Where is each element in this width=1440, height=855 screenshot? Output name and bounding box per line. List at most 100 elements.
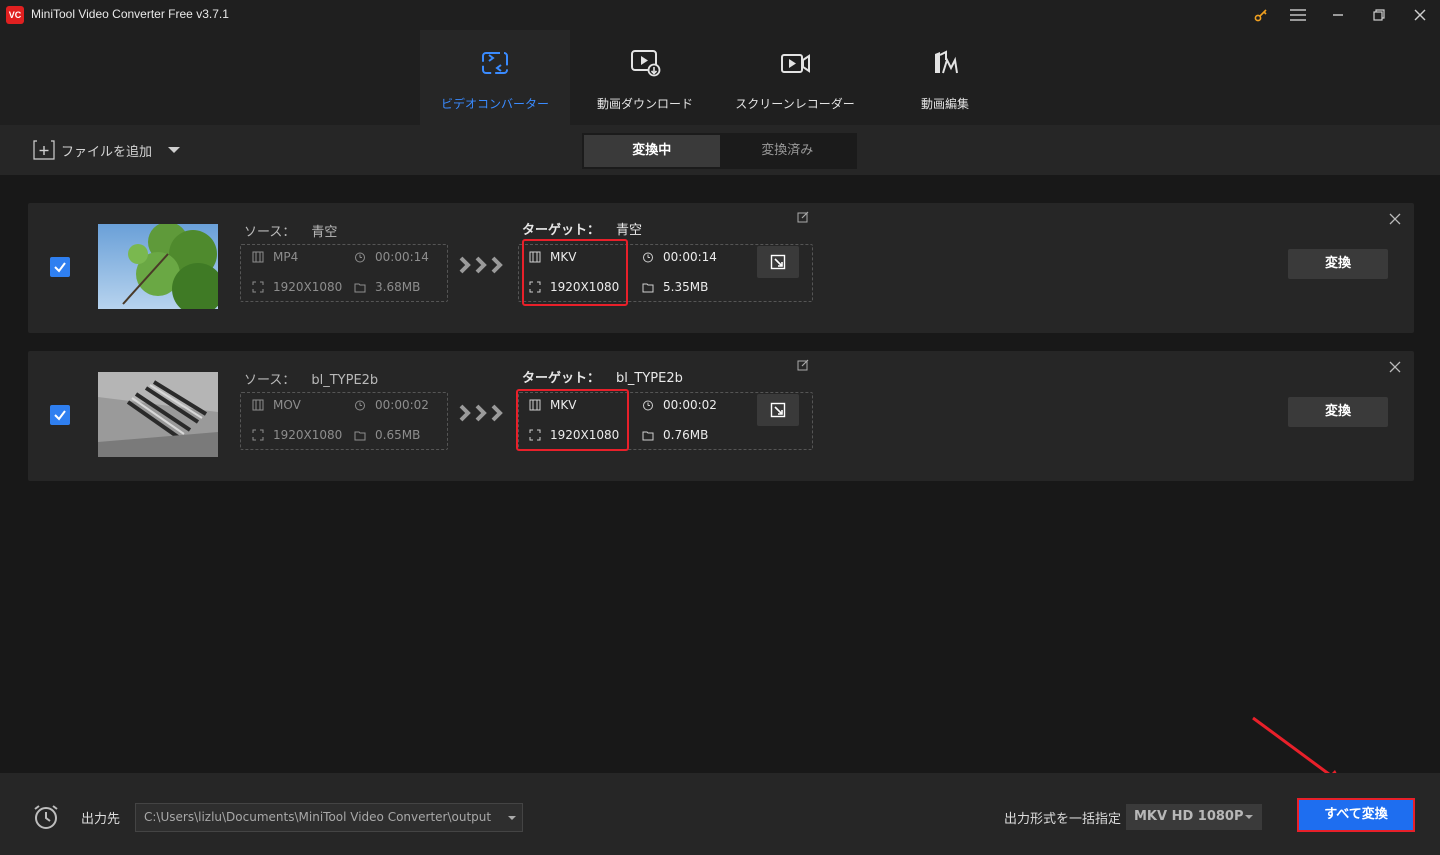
tab-video-download[interactable]: 動画ダウンロード: [570, 30, 720, 125]
film-icon: [252, 399, 264, 411]
convert-button[interactable]: 変換: [1288, 397, 1388, 427]
source-name: bl_TYPE2b: [311, 373, 379, 388]
add-file-dropdown-icon[interactable]: [168, 147, 181, 153]
folder-icon: [354, 431, 366, 441]
add-file-label: ファイルを追加: [61, 144, 153, 160]
source-label: ソース：: [244, 225, 296, 240]
folder-icon: [642, 431, 654, 441]
close-window-icon[interactable]: [1408, 4, 1432, 26]
clock-icon: [355, 252, 365, 263]
tab-label: 動画ダウンロード: [596, 97, 693, 111]
source-name: 青空: [311, 225, 338, 240]
tab-converted[interactable]: 変換済み: [720, 135, 856, 167]
restore-icon[interactable]: [1367, 4, 1391, 26]
folder-icon: [354, 283, 366, 293]
resolution-icon: [529, 429, 541, 441]
clock-icon: [643, 400, 653, 411]
key-icon[interactable]: [1249, 4, 1273, 26]
target-size: 0.76MB: [642, 428, 708, 442]
target-duration: 00:00:02: [642, 398, 717, 412]
convert-icon: [482, 52, 508, 74]
task-item: ソース： bl_TYPE2b MOV 00:00:02 1920X1080 0.6…: [28, 351, 1414, 481]
target-title: ターゲット： bl_TYPE2b: [522, 367, 683, 386]
target-title: ターゲット： 青空: [522, 219, 642, 238]
convert-arrow-icon: [459, 404, 503, 422]
output-path-value: C:\Users\lizlu\Documents\MiniTool Video …: [144, 810, 492, 824]
target-name: bl_TYPE2b: [616, 371, 683, 386]
tab-video-converter[interactable]: ビデオコンバーター: [420, 30, 570, 125]
schedule-clock-icon[interactable]: [32, 803, 60, 831]
film-icon: [529, 399, 541, 411]
video-thumbnail[interactable]: [98, 224, 218, 309]
menu-icon[interactable]: [1286, 4, 1310, 26]
tab-label: ビデオコンバーター: [440, 97, 549, 111]
clock-icon: [355, 400, 365, 411]
edit-name-icon[interactable]: [797, 211, 809, 223]
convert-button[interactable]: 変換: [1288, 249, 1388, 279]
target-label: ターゲット：: [522, 223, 601, 238]
crop-icon: [770, 254, 786, 270]
resolution-icon: [252, 429, 264, 441]
chevron-down-icon: [1245, 815, 1253, 819]
source-format: MOV: [252, 398, 301, 412]
source-title: ソース： bl_TYPE2b: [244, 369, 378, 388]
folder-icon: [642, 283, 654, 293]
target-resolution: 1920X1080: [529, 428, 619, 442]
module-nav: ビデオコンバーター 動画ダウンロード スクリーンレコーダー 動画編集: [0, 30, 1440, 125]
source-size: 0.65MB: [354, 428, 420, 442]
toolbar: ファイルを追加 変換中 変換済み: [0, 125, 1440, 175]
tab-video-editor[interactable]: 動画編集: [870, 30, 1020, 125]
source-label: ソース：: [244, 373, 296, 388]
source-duration: 00:00:02: [354, 398, 429, 412]
editor-icon: [935, 50, 958, 74]
edit-target-button[interactable]: [757, 246, 799, 278]
target-format[interactable]: MKV: [529, 250, 576, 264]
output-format-select[interactable]: MKV HD 1080P: [1126, 804, 1262, 830]
convert-all-button[interactable]: すべて変換: [1297, 798, 1415, 832]
remove-task-icon[interactable]: [1389, 361, 1401, 373]
source-format: MP4: [252, 250, 298, 264]
tab-label: 動画編集: [920, 97, 969, 111]
clock-icon: [643, 252, 653, 263]
target-label: ターゲット：: [522, 371, 601, 386]
download-icon: [631, 50, 661, 77]
task-checkbox[interactable]: [50, 405, 70, 425]
task-item: ソース： 青空 MP4 00:00:14 1920X1080 3.68MB ターゲ…: [28, 203, 1414, 333]
tab-converting[interactable]: 変換中: [584, 135, 720, 167]
output-path-select[interactable]: C:\Users\lizlu\Documents\MiniTool Video …: [135, 803, 523, 832]
source-title: ソース： 青空: [244, 221, 337, 240]
resolution-icon: [529, 281, 541, 293]
source-resolution: 1920X1080: [252, 280, 342, 294]
output-label: 出力先: [81, 812, 121, 827]
source-duration: 00:00:14: [354, 250, 429, 264]
target-name: 青空: [616, 223, 643, 238]
tab-screen-recorder[interactable]: スクリーンレコーダー: [720, 30, 870, 125]
source-resolution: 1920X1080: [252, 428, 342, 442]
add-file-icon: [33, 140, 55, 160]
recorder-icon: [781, 54, 810, 73]
check-icon: [54, 262, 66, 273]
format-value: MKV HD 1080P: [1134, 809, 1244, 824]
convert-arrow-icon: [459, 256, 503, 274]
target-format[interactable]: MKV: [529, 398, 576, 412]
video-thumbnail[interactable]: [98, 372, 218, 457]
format-label: 出力形式を一括指定: [1004, 812, 1122, 827]
tab-label: スクリーンレコーダー: [735, 97, 855, 111]
edit-target-button[interactable]: [757, 394, 799, 426]
chevron-down-icon: [508, 816, 516, 820]
add-file-button[interactable]: ファイルを追加: [33, 139, 181, 161]
remove-task-icon[interactable]: [1389, 213, 1401, 225]
edit-name-icon[interactable]: [797, 359, 809, 371]
target-size: 5.35MB: [642, 280, 708, 294]
bottom-bar: 出力先 C:\Users\lizlu\Documents\MiniTool Vi…: [0, 773, 1440, 855]
crop-icon: [770, 402, 786, 418]
task-checkbox[interactable]: [50, 257, 70, 277]
film-icon: [529, 251, 541, 263]
resolution-icon: [252, 281, 264, 293]
check-icon: [54, 410, 66, 421]
app-logo: VC: [6, 6, 24, 24]
minimize-icon[interactable]: [1326, 4, 1350, 26]
film-icon: [252, 251, 264, 263]
target-resolution: 1920X1080: [529, 280, 619, 294]
target-duration: 00:00:14: [642, 250, 717, 264]
